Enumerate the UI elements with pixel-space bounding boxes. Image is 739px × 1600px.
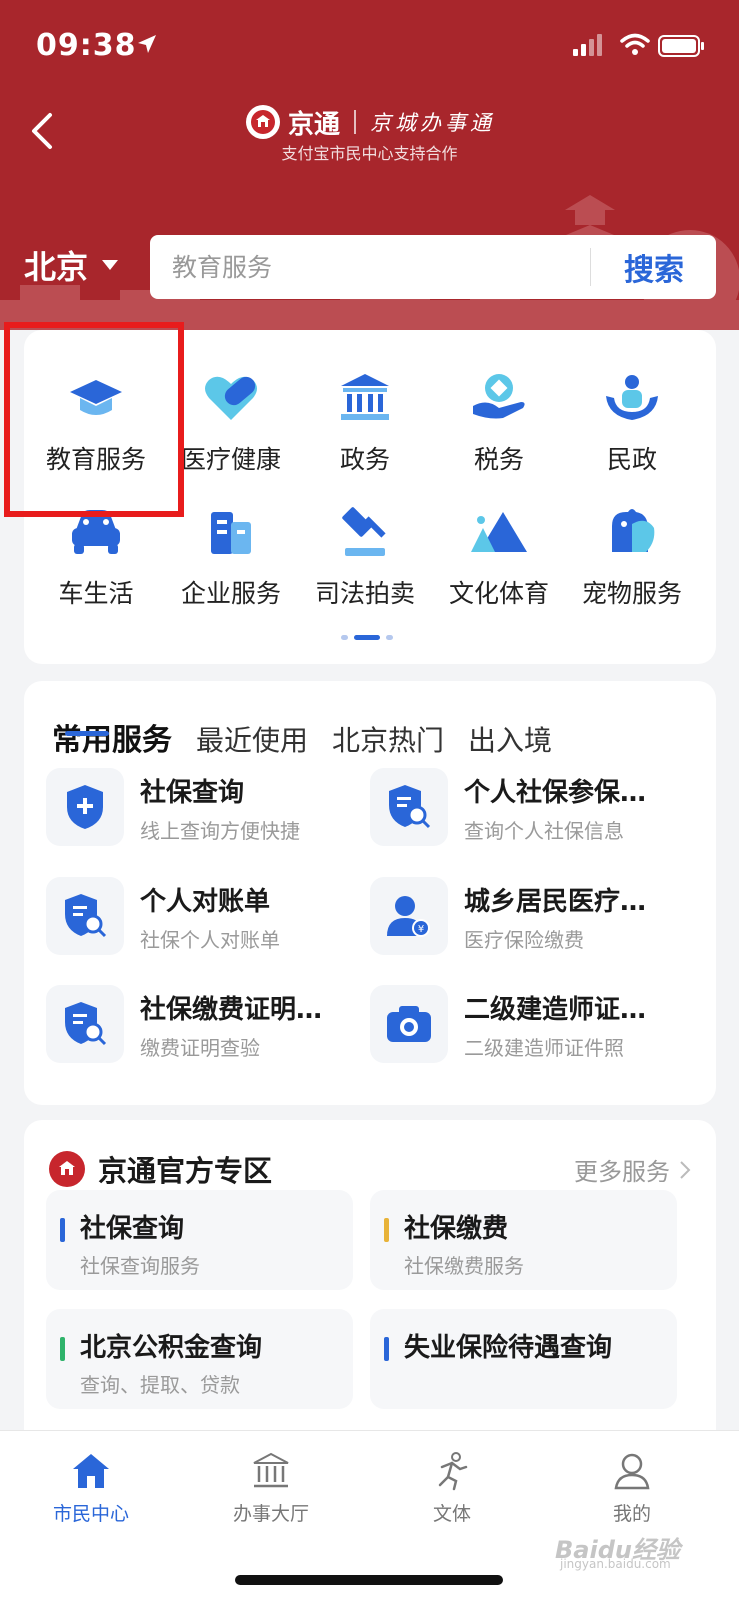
service-item[interactable]: 社保查询 线上查询方便快捷 bbox=[46, 768, 366, 848]
tax-hand-icon bbox=[473, 374, 525, 419]
jingtong-logo-icon bbox=[246, 105, 280, 139]
brand-name: 京通 bbox=[288, 109, 341, 140]
tab-entry-exit[interactable]: 出入境 bbox=[468, 719, 552, 759]
user-icon bbox=[614, 1453, 650, 1490]
pager-dot bbox=[386, 635, 393, 640]
city-selector[interactable]: 北京 bbox=[24, 240, 119, 290]
brand-separator bbox=[354, 110, 357, 134]
tab-culture-sports[interactable]: 文体 bbox=[377, 1451, 527, 1531]
service-item[interactable]: ¥ 城乡居民医疗… 医疗保险缴费 bbox=[370, 877, 690, 957]
zone-item-social-security-query[interactable]: 社保查询 社保查询服务 bbox=[46, 1190, 353, 1290]
brand-subtitle: 支付宝市民中心支持合作 bbox=[281, 144, 458, 163]
zone-item-housing-fund[interactable]: 北京公积金查询 查询、提取、贷款 bbox=[46, 1309, 353, 1409]
heart-pill-icon bbox=[205, 376, 257, 420]
status-time: 09:38 bbox=[36, 28, 137, 63]
services-card: 常用服务 最近使用 北京热门 出入境 社保查询 线上查询方便快捷 个人社保参保… bbox=[24, 681, 716, 1105]
active-tab-indicator bbox=[65, 731, 109, 736]
brand-header: 京通 京城办事通 支付宝市民中心支持合作 bbox=[0, 98, 739, 168]
watermark-subtext: jingyan.baidu.com bbox=[560, 1557, 671, 1571]
gavel-icon bbox=[342, 507, 386, 556]
hall-icon bbox=[253, 1452, 289, 1488]
category-pet-services[interactable]: 宠物服务 bbox=[563, 502, 701, 632]
more-services-label: 更多服务 bbox=[574, 1158, 670, 1186]
more-services-link[interactable]: 更多服务 bbox=[574, 1152, 694, 1187]
tab-recently-used[interactable]: 最近使用 bbox=[196, 719, 308, 759]
tab-common-services[interactable]: 常用服务 bbox=[52, 715, 172, 759]
official-zone-card: 京通官方专区 更多服务 社保查询 社保查询服务 社保缴费 社保缴费服务 北京公积… bbox=[24, 1120, 716, 1450]
home-indicator bbox=[235, 1575, 503, 1585]
runner-icon bbox=[438, 1452, 468, 1491]
battery-icon bbox=[658, 35, 704, 57]
accent-bar bbox=[384, 1337, 389, 1361]
category-tax[interactable]: 税务 bbox=[430, 368, 568, 498]
location-arrow-icon bbox=[138, 35, 156, 53]
city-label: 北京 bbox=[24, 248, 89, 286]
category-civil-affairs[interactable]: 民政 bbox=[563, 368, 701, 498]
category-judicial-auction[interactable]: 司法拍卖 bbox=[296, 502, 434, 632]
government-building-icon bbox=[341, 374, 389, 420]
status-bar: 09:38 bbox=[0, 0, 739, 90]
service-tabs: 常用服务 最近使用 北京热门 出入境 bbox=[52, 715, 576, 759]
people-care-icon bbox=[606, 375, 658, 420]
cellular-signal-icon bbox=[573, 34, 602, 56]
tab-service-hall[interactable]: 办事大厅 bbox=[196, 1451, 346, 1531]
search-input[interactable] bbox=[172, 235, 572, 299]
office-building-icon bbox=[211, 512, 251, 554]
header-banner: 09:38 京通 京城办事通 支付宝市民中心支持合作 北京 教育服务 搜索 bbox=[0, 0, 739, 330]
tab-beijing-hot[interactable]: 北京热门 bbox=[332, 719, 444, 759]
pager-dot bbox=[341, 635, 348, 640]
search-divider bbox=[590, 248, 591, 286]
accent-bar bbox=[60, 1218, 65, 1242]
zone-item-social-security-payment[interactable]: 社保缴费 社保缴费服务 bbox=[370, 1190, 677, 1290]
camera-icon bbox=[387, 1006, 431, 1042]
accent-bar bbox=[384, 1218, 389, 1242]
category-government[interactable]: 政务 bbox=[296, 368, 434, 498]
accent-bar bbox=[60, 1337, 65, 1361]
brand-slogan: 京城办事通 bbox=[370, 111, 496, 135]
jingtong-logo-icon bbox=[49, 1151, 85, 1187]
shield-plus-icon bbox=[67, 785, 103, 829]
shield-search-icon bbox=[65, 1002, 107, 1046]
pager-dot-active bbox=[354, 635, 380, 640]
annotation-highlight-box bbox=[4, 322, 184, 517]
service-item[interactable]: 个人对账单 社保个人对账单 bbox=[46, 877, 366, 957]
carousel-pager bbox=[341, 635, 393, 640]
category-culture-sports[interactable]: 文化体育 bbox=[430, 502, 568, 632]
tab-mine[interactable]: 我的 bbox=[557, 1451, 707, 1531]
home-icon bbox=[73, 1454, 109, 1488]
service-item[interactable]: 社保缴费证明… 缴费证明查验 bbox=[46, 985, 366, 1065]
mountain-culture-icon bbox=[471, 512, 527, 552]
category-car-life[interactable]: 车生活 bbox=[27, 502, 165, 632]
person-yuan-icon: ¥ bbox=[387, 896, 430, 937]
official-zone-title: 京通官方专区 bbox=[98, 1154, 273, 1188]
chevron-right-icon bbox=[680, 1160, 691, 1179]
tab-citizen-center[interactable]: 市民中心 bbox=[16, 1451, 166, 1531]
category-enterprise[interactable]: 企业服务 bbox=[162, 502, 300, 632]
shield-search-icon bbox=[65, 894, 107, 938]
shield-search-icon bbox=[389, 785, 431, 829]
zone-item-unemployment-insurance[interactable]: 失业保险待遇查询 bbox=[370, 1309, 677, 1409]
pet-icon bbox=[612, 509, 655, 552]
caret-down-icon bbox=[102, 260, 119, 270]
svg-text:¥: ¥ bbox=[418, 924, 424, 935]
search-button[interactable]: 搜索 bbox=[592, 235, 716, 299]
search-bar: 搜索 bbox=[150, 235, 716, 299]
service-item[interactable]: 个人社保参保… 查询个人社保信息 bbox=[370, 768, 690, 848]
wifi-icon bbox=[620, 33, 650, 55]
service-item[interactable]: 二级建造师证… 二级建造师证件照 bbox=[370, 985, 690, 1065]
